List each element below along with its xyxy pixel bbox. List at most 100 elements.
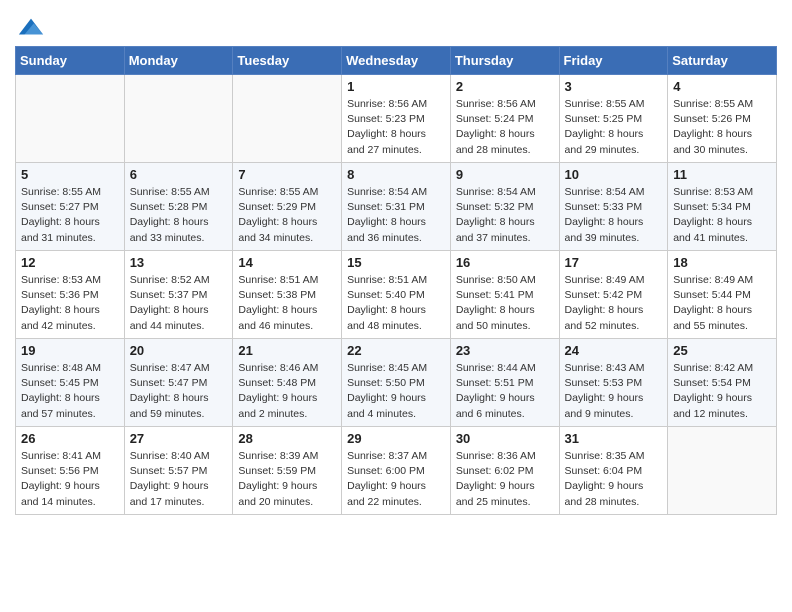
calendar-cell: 2 Sunrise: 8:56 AMSunset: 5:24 PMDaylight… <box>450 75 559 163</box>
day-number: 24 <box>565 343 663 358</box>
calendar-cell: 7 Sunrise: 8:55 AMSunset: 5:29 PMDaylight… <box>233 163 342 251</box>
day-info: Sunrise: 8:36 AMSunset: 6:02 PMDaylight:… <box>456 449 554 510</box>
calendar-cell: 12 Sunrise: 8:53 AMSunset: 5:36 PMDayligh… <box>16 251 125 339</box>
day-info: Sunrise: 8:55 AMSunset: 5:29 PMDaylight:… <box>238 185 336 246</box>
calendar-cell: 19 Sunrise: 8:48 AMSunset: 5:45 PMDayligh… <box>16 339 125 427</box>
day-number: 19 <box>21 343 119 358</box>
day-number: 25 <box>673 343 771 358</box>
calendar-cell: 23Sunrise: 8:44 AMSunset: 5:51 PMDayligh… <box>450 339 559 427</box>
day-number: 4 <box>673 79 771 94</box>
calendar-cell: 24 Sunrise: 8:43 AMSunset: 5:53 PMDayligh… <box>559 339 668 427</box>
day-number: 7 <box>238 167 336 182</box>
day-info: Sunrise: 8:50 AMSunset: 5:41 PMDaylight:… <box>456 273 554 334</box>
day-info: Sunrise: 8:55 AMSunset: 5:28 PMDaylight:… <box>130 185 228 246</box>
day-info: Sunrise: 8:51 AMSunset: 5:38 PMDaylight:… <box>238 273 336 334</box>
day-number: 21 <box>238 343 336 358</box>
calendar-cell: 18 Sunrise: 8:49 AMSunset: 5:44 PMDayligh… <box>668 251 777 339</box>
day-info: Sunrise: 8:49 AMSunset: 5:44 PMDaylight:… <box>673 273 771 334</box>
calendar-cell: 6 Sunrise: 8:55 AMSunset: 5:28 PMDaylight… <box>124 163 233 251</box>
calendar-cell: 1 Sunrise: 8:56 AMSunset: 5:23 PMDaylight… <box>342 75 451 163</box>
calendar-cell: 8 Sunrise: 8:54 AMSunset: 5:31 PMDaylight… <box>342 163 451 251</box>
calendar-cell: 27 Sunrise: 8:40 AMSunset: 5:57 PMDayligh… <box>124 427 233 515</box>
calendar-cell: 30 Sunrise: 8:36 AMSunset: 6:02 PMDayligh… <box>450 427 559 515</box>
calendar-cell <box>233 75 342 163</box>
day-header-saturday: Saturday <box>668 47 777 75</box>
day-number: 9 <box>456 167 554 182</box>
calendar-cell: 10 Sunrise: 8:54 AMSunset: 5:33 PMDayligh… <box>559 163 668 251</box>
calendar-cell: 22 Sunrise: 8:45 AMSunset: 5:50 PMDayligh… <box>342 339 451 427</box>
day-number: 12 <box>21 255 119 270</box>
day-info: Sunrise: 8:45 AMSunset: 5:50 PMDaylight:… <box>347 361 445 422</box>
day-number: 6 <box>130 167 228 182</box>
day-header-monday: Monday <box>124 47 233 75</box>
calendar-cell: 13 Sunrise: 8:52 AMSunset: 5:37 PMDayligh… <box>124 251 233 339</box>
day-info: Sunrise: 8:44 AMSunset: 5:51 PMDaylight:… <box>456 361 554 422</box>
calendar-cell: 25 Sunrise: 8:42 AMSunset: 5:54 PMDayligh… <box>668 339 777 427</box>
calendar-cell: 15Sunrise: 8:51 AMSunset: 5:40 PMDayligh… <box>342 251 451 339</box>
day-info: Sunrise: 8:53 AMSunset: 5:34 PMDaylight:… <box>673 185 771 246</box>
day-info: Sunrise: 8:54 AMSunset: 5:33 PMDaylight:… <box>565 185 663 246</box>
day-info: Sunrise: 8:52 AMSunset: 5:37 PMDaylight:… <box>130 273 228 334</box>
day-number: 1 <box>347 79 445 94</box>
day-header-thursday: Thursday <box>450 47 559 75</box>
calendar-cell: 17 Sunrise: 8:49 AMSunset: 5:42 PMDayligh… <box>559 251 668 339</box>
day-number: 28 <box>238 431 336 446</box>
day-number: 2 <box>456 79 554 94</box>
calendar-cell: 26 Sunrise: 8:41 AMSunset: 5:56 PMDayligh… <box>16 427 125 515</box>
calendar-cell <box>668 427 777 515</box>
day-number: 17 <box>565 255 663 270</box>
day-info: Sunrise: 8:49 AMSunset: 5:42 PMDaylight:… <box>565 273 663 334</box>
day-number: 18 <box>673 255 771 270</box>
day-info: Sunrise: 8:46 AMSunset: 5:48 PMDaylight:… <box>238 361 336 422</box>
calendar-cell <box>124 75 233 163</box>
day-number: 30 <box>456 431 554 446</box>
calendar-cell: 16Sunrise: 8:50 AMSunset: 5:41 PMDayligh… <box>450 251 559 339</box>
day-number: 31 <box>565 431 663 446</box>
calendar-cell: 4 Sunrise: 8:55 AMSunset: 5:26 PMDaylight… <box>668 75 777 163</box>
day-number: 15 <box>347 255 445 270</box>
day-header-sunday: Sunday <box>16 47 125 75</box>
day-number: 8 <box>347 167 445 182</box>
day-number: 11 <box>673 167 771 182</box>
calendar-cell <box>16 75 125 163</box>
day-info: Sunrise: 8:42 AMSunset: 5:54 PMDaylight:… <box>673 361 771 422</box>
day-header-friday: Friday <box>559 47 668 75</box>
day-info: Sunrise: 8:53 AMSunset: 5:36 PMDaylight:… <box>21 273 119 334</box>
day-header-tuesday: Tuesday <box>233 47 342 75</box>
calendar-cell: 21 Sunrise: 8:46 AMSunset: 5:48 PMDayligh… <box>233 339 342 427</box>
calendar-cell: 28 Sunrise: 8:39 AMSunset: 5:59 PMDayligh… <box>233 427 342 515</box>
day-info: Sunrise: 8:47 AMSunset: 5:47 PMDaylight:… <box>130 361 228 422</box>
day-info: Sunrise: 8:55 AMSunset: 5:26 PMDaylight:… <box>673 97 771 158</box>
day-number: 22 <box>347 343 445 358</box>
day-number: 20 <box>130 343 228 358</box>
day-number: 27 <box>130 431 228 446</box>
day-number: 3 <box>565 79 663 94</box>
calendar-cell: 11 Sunrise: 8:53 AMSunset: 5:34 PMDayligh… <box>668 163 777 251</box>
day-number: 13 <box>130 255 228 270</box>
calendar-cell: 20 Sunrise: 8:47 AMSunset: 5:47 PMDayligh… <box>124 339 233 427</box>
calendar-cell: 31 Sunrise: 8:35 AMSunset: 6:04 PMDayligh… <box>559 427 668 515</box>
day-info: Sunrise: 8:55 AMSunset: 5:27 PMDaylight:… <box>21 185 119 246</box>
day-info: Sunrise: 8:55 AMSunset: 5:25 PMDaylight:… <box>565 97 663 158</box>
logo-icon <box>17 14 45 42</box>
page-header <box>15 10 777 38</box>
day-info: Sunrise: 8:35 AMSunset: 6:04 PMDaylight:… <box>565 449 663 510</box>
day-info: Sunrise: 8:54 AMSunset: 5:31 PMDaylight:… <box>347 185 445 246</box>
day-info: Sunrise: 8:56 AMSunset: 5:24 PMDaylight:… <box>456 97 554 158</box>
day-number: 10 <box>565 167 663 182</box>
day-info: Sunrise: 8:41 AMSunset: 5:56 PMDaylight:… <box>21 449 119 510</box>
day-number: 5 <box>21 167 119 182</box>
day-info: Sunrise: 8:40 AMSunset: 5:57 PMDaylight:… <box>130 449 228 510</box>
calendar-table: SundayMondayTuesdayWednesdayThursdayFrid… <box>15 46 777 515</box>
day-info: Sunrise: 8:48 AMSunset: 5:45 PMDaylight:… <box>21 361 119 422</box>
calendar-cell: 5 Sunrise: 8:55 AMSunset: 5:27 PMDaylight… <box>16 163 125 251</box>
day-info: Sunrise: 8:43 AMSunset: 5:53 PMDaylight:… <box>565 361 663 422</box>
logo <box>15 14 45 38</box>
day-info: Sunrise: 8:56 AMSunset: 5:23 PMDaylight:… <box>347 97 445 158</box>
day-info: Sunrise: 8:54 AMSunset: 5:32 PMDaylight:… <box>456 185 554 246</box>
day-info: Sunrise: 8:37 AMSunset: 6:00 PMDaylight:… <box>347 449 445 510</box>
day-info: Sunrise: 8:39 AMSunset: 5:59 PMDaylight:… <box>238 449 336 510</box>
calendar-cell: 9 Sunrise: 8:54 AMSunset: 5:32 PMDaylight… <box>450 163 559 251</box>
day-number: 26 <box>21 431 119 446</box>
day-number: 29 <box>347 431 445 446</box>
